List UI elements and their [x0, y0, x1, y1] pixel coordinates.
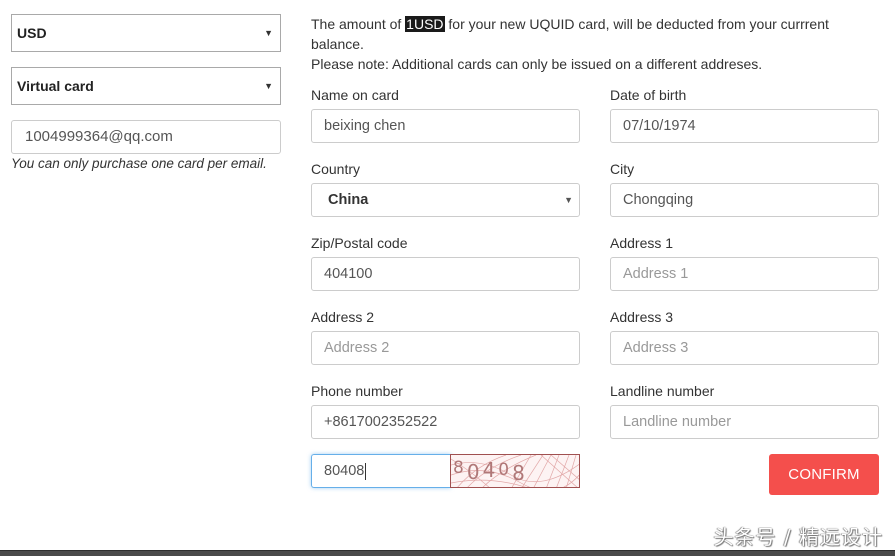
country-group: Country China ▼ — [311, 160, 580, 217]
name-on-card-label: Name on card — [311, 87, 399, 103]
intro-before: The amount of — [311, 16, 406, 32]
address2-label: Address 2 — [311, 309, 375, 325]
card-form-panel: The amount of 1USD for your new UQUID ca… — [311, 14, 881, 495]
landline-label: Landline number — [610, 383, 715, 399]
captcha-input-value: 80408 — [324, 463, 365, 479]
address1-label: Address 1 — [610, 235, 674, 251]
address2-input[interactable]: Address 2 — [311, 331, 580, 365]
captcha-digit: 8 — [512, 461, 528, 485]
address3-input[interactable]: Address 3 — [610, 331, 879, 365]
landline-group: Landline number Landline number — [610, 382, 879, 439]
card-type-select-value: Virtual card — [17, 78, 94, 94]
date-of-birth-label: Date of birth — [610, 87, 687, 103]
captcha-input[interactable]: 80408 — [311, 454, 451, 488]
text-caret — [365, 462, 367, 480]
captcha-group: 80408 80408 — [311, 454, 580, 488]
address3-label: Address 3 — [610, 309, 674, 325]
zip-input[interactable]: 404100 — [311, 257, 580, 291]
captcha-digits: 80408 — [453, 457, 528, 485]
watermark: 头条号 / 精远设计 — [713, 525, 883, 549]
currency-select[interactable]: USD ▼ — [11, 14, 281, 52]
bottom-bar — [0, 550, 895, 556]
city-label: City — [610, 161, 635, 177]
date-of-birth-group: Date of birth 07/10/1974 — [610, 86, 879, 143]
captcha-digit: 0 — [466, 460, 483, 484]
dropdown-arrow-icon: ▼ — [564, 195, 573, 205]
captcha-digit: 8 — [453, 458, 467, 478]
country-label: Country — [311, 161, 361, 177]
currency-select-value: USD — [17, 25, 47, 41]
zip-group: Zip/Postal code 404100 — [311, 234, 580, 291]
dropdown-arrow-icon: ▼ — [264, 81, 273, 91]
captcha-digit: 0 — [498, 460, 513, 480]
landline-input[interactable]: Landline number — [610, 405, 879, 439]
country-select-value: China — [328, 192, 369, 208]
captcha-digit: 4 — [482, 458, 499, 482]
amount-highlight: 1USD — [405, 16, 445, 32]
captcha-image[interactable]: 80408 — [450, 454, 580, 488]
name-on-card-input[interactable]: beixing chen — [311, 109, 580, 143]
country-select[interactable]: China ▼ — [311, 183, 580, 217]
city-group: City Chongqing — [610, 160, 879, 217]
phone-label: Phone number — [311, 383, 403, 399]
phone-group: Phone number +8617002352522 — [311, 382, 580, 439]
name-on-card-group: Name on card beixing chen — [311, 86, 580, 143]
phone-input[interactable]: +8617002352522 — [311, 405, 580, 439]
address1-input[interactable]: Address 1 — [610, 257, 879, 291]
address2-group: Address 2 Address 2 — [311, 308, 580, 365]
city-input[interactable]: Chongqing — [610, 183, 879, 217]
address3-group: Address 3 Address 3 — [610, 308, 879, 365]
confirm-button[interactable]: CONFIRM — [769, 454, 879, 495]
zip-label: Zip/Postal code — [311, 235, 408, 251]
card-type-select[interactable]: Virtual card ▼ — [11, 67, 281, 105]
email-field[interactable]: 1004999364@qq.com — [11, 120, 281, 154]
intro-note: Please note: Additional cards can only b… — [311, 56, 763, 72]
email-note: You can only purchase one card per email… — [11, 156, 267, 171]
dropdown-arrow-icon: ▼ — [264, 28, 273, 38]
date-of-birth-input[interactable]: 07/10/1974 — [610, 109, 879, 143]
intro-text: The amount of 1USD for your new UQUID ca… — [311, 14, 871, 74]
address1-group: Address 1 Address 1 — [610, 234, 879, 291]
left-panel: USD ▼ Virtual card ▼ 1004999364@qq.com Y… — [11, 14, 281, 171]
